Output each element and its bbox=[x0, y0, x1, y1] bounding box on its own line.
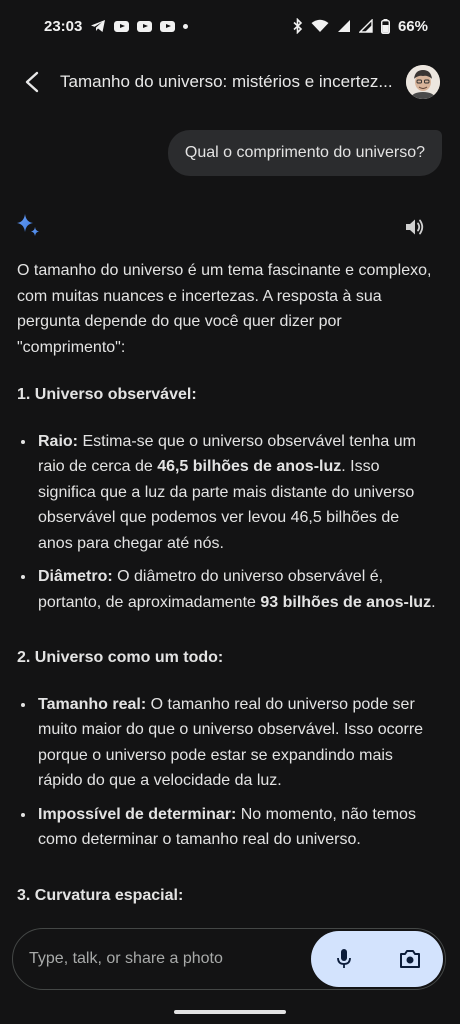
speaker-icon bbox=[406, 219, 424, 235]
top-app-bar: Tamanho do universo: mistérios e incerte… bbox=[0, 52, 460, 112]
response-header bbox=[16, 212, 426, 242]
speaker-button[interactable] bbox=[404, 217, 426, 237]
wifi-icon bbox=[311, 19, 329, 33]
youtube-icon bbox=[160, 20, 176, 32]
response-intro: O tamanho do universo é um tema fascinan… bbox=[17, 262, 432, 356]
bullet-list: Raio: Estima-se que o universo observáve… bbox=[17, 429, 437, 616]
gemini-sparkle-icon bbox=[16, 212, 40, 243]
section-heading: 3. Curvatura espacial: bbox=[17, 886, 184, 904]
mic-icon bbox=[337, 949, 351, 968]
signal-icon bbox=[358, 19, 373, 33]
conversation-title[interactable]: Tamanho do universo: mistérios e incerte… bbox=[60, 72, 396, 92]
mic-button[interactable] bbox=[324, 939, 364, 979]
youtube-icon bbox=[114, 20, 130, 32]
signal-icon bbox=[337, 19, 351, 33]
status-bar: 23:03 66% bbox=[0, 0, 460, 52]
bullet-item: Diâmetro: O diâmetro do universo observá… bbox=[17, 564, 437, 615]
bold-text: Impossível de determinar: bbox=[38, 805, 237, 823]
camera-icon bbox=[400, 950, 420, 968]
bullet-list: Tamanho real: O tamanho real do universo… bbox=[17, 692, 437, 853]
telegram-icon bbox=[90, 19, 106, 33]
bold-text: Tamanho real: bbox=[38, 695, 147, 713]
bluetooth-icon bbox=[293, 18, 303, 34]
status-right: 66% bbox=[293, 18, 428, 35]
status-left: 23:03 bbox=[44, 17, 189, 35]
composer-actions bbox=[311, 931, 443, 987]
gesture-nav-bar[interactable] bbox=[174, 1010, 286, 1014]
battery-percent: 66% bbox=[397, 17, 428, 35]
model-response: O tamanho do universo é um tema fascinan… bbox=[17, 258, 437, 929]
bold-text: Diâmetro: bbox=[38, 568, 113, 585]
clock: 23:03 bbox=[44, 17, 83, 35]
bold-text: Raio: bbox=[38, 432, 78, 450]
camera-button[interactable] bbox=[390, 939, 430, 979]
avatar[interactable] bbox=[406, 65, 440, 99]
arrow-back-icon bbox=[25, 71, 39, 93]
bullet-item: Raio: Estima-se que o universo observáve… bbox=[17, 429, 437, 557]
section-heading: 2. Universo como um todo: bbox=[17, 649, 224, 666]
battery-icon bbox=[380, 18, 390, 34]
prompt-input[interactable] bbox=[13, 949, 311, 969]
bullet-item: Impossível de determinar: No momento, nã… bbox=[17, 802, 437, 853]
back-button[interactable] bbox=[18, 68, 46, 96]
gemini-chat-screen: 23:03 66% Tamanho do universo: mistérios… bbox=[0, 0, 460, 1024]
more-notifications-dot-icon bbox=[183, 23, 189, 29]
user-message-bubble[interactable]: Qual o comprimento do universo? bbox=[167, 130, 442, 176]
section-heading: 1. Universo observável: bbox=[17, 386, 197, 403]
composer bbox=[12, 928, 446, 990]
bold-text: 93 bilhões de anos-luz bbox=[260, 593, 432, 611]
bullet-item: Tamanho real: O tamanho real do universo… bbox=[17, 692, 437, 794]
bold-text: 46,5 bilhões de anos-luz bbox=[157, 458, 342, 475]
youtube-icon bbox=[137, 20, 153, 32]
composer-area bbox=[0, 912, 460, 1024]
body-text: . bbox=[431, 593, 436, 611]
